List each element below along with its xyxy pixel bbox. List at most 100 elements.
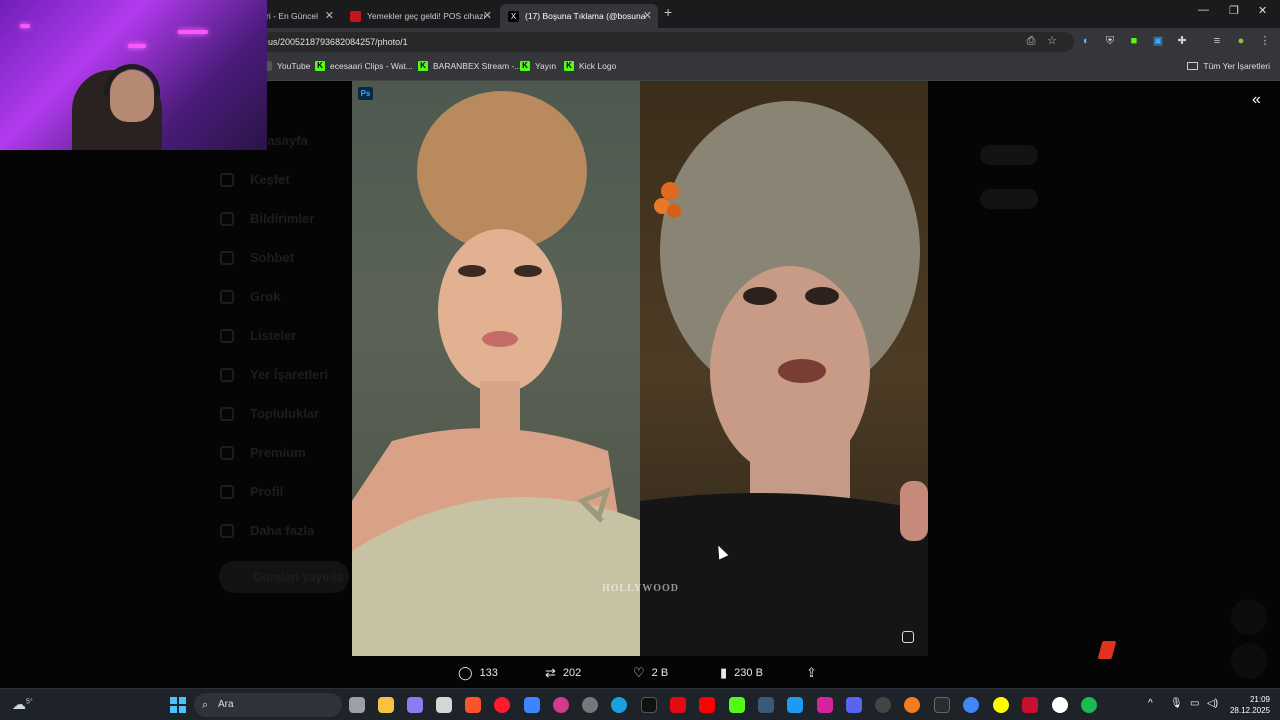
folder-icon	[1187, 62, 1199, 70]
alt-media-icon[interactable]	[902, 631, 914, 643]
reply-button[interactable]: ◯ 133	[458, 663, 498, 683]
weather-widget[interactable]: ☁5°	[12, 696, 33, 713]
netflix-icon[interactable]	[670, 697, 686, 713]
nav-label: Sohbet	[250, 250, 295, 265]
bookmark-youtube[interactable]: YouTube	[262, 61, 310, 71]
streamer-logo	[1097, 641, 1118, 659]
new-tab-icon[interactable]: +	[664, 4, 672, 20]
steam-icon[interactable]	[758, 697, 774, 713]
tab-label: Yemekler geç geldi! POS cihazı	[367, 11, 486, 21]
close-icon[interactable]: ✕	[483, 9, 492, 22]
follow-button[interactable]	[980, 189, 1038, 209]
tab-pos[interactable]: Yemekler geç geldi! POS cihazı ✕	[342, 4, 498, 28]
discord-icon[interactable]	[846, 697, 862, 713]
address-bar[interactable]: us/2005218793682084257/photo/1	[262, 32, 1074, 52]
menu-kebab-icon[interactable]: ⋮	[1258, 34, 1272, 48]
install-app-icon[interactable]: ⎙	[1024, 34, 1038, 48]
nav-item[interactable]: Yer İşaretleri	[220, 355, 350, 394]
twitter-icon[interactable]	[787, 697, 803, 713]
all-bookmarks[interactable]: Tüm Yer İşaretleri	[1187, 61, 1270, 71]
bookmark-yayin[interactable]: K Yayın	[520, 61, 556, 71]
media-player-icon[interactable]	[553, 697, 569, 713]
close-icon[interactable]: ✕	[325, 9, 334, 22]
bookmark-ecesaari[interactable]: K ecesaari Clips - Wat...	[315, 61, 413, 71]
close-window-icon[interactable]: ✕	[1258, 4, 1267, 17]
close-icon[interactable]: ✕	[643, 9, 652, 22]
epic-games-icon[interactable]	[934, 697, 950, 713]
extension-kick-icon[interactable]: ■	[1127, 34, 1141, 48]
tiktok-icon[interactable]	[641, 697, 657, 713]
store-icon[interactable]	[524, 697, 540, 713]
bookmark-baranbex[interactable]: K BARANBEX Stream -...	[418, 61, 521, 71]
instagram-icon[interactable]	[817, 697, 833, 713]
extension-ps-icon[interactable]: ▣	[1151, 34, 1165, 48]
messages-float-button[interactable]	[1231, 643, 1267, 679]
dimmed-sidebar-nav: Anasayfa Keşfet Bildirimler Sohbet Grok …	[220, 121, 350, 550]
profile-avatar-icon[interactable]: ●	[1234, 34, 1248, 48]
windows-start-icon[interactable]	[170, 697, 186, 713]
follow-button[interactable]	[980, 145, 1038, 165]
snapchat-icon[interactable]	[993, 697, 1009, 713]
microphone-icon[interactable]: 🎙	[1170, 698, 1183, 709]
nav-item[interactable]: Profil	[220, 472, 350, 511]
tray-chevron-icon[interactable]: ^	[1148, 698, 1153, 709]
repost-button[interactable]: ⇄ 202	[545, 663, 581, 683]
nav-label: Bildirimler	[250, 211, 315, 226]
like-button[interactable]: ♡ 2 B	[633, 663, 668, 683]
windows-taskbar: ☁5° ⌕ Ara ^ 🎙 ▭ ◁) 21:09 28.12.2025	[0, 688, 1280, 720]
tab-news[interactable]: ri - En Güncel ✕	[258, 4, 340, 28]
edge-icon[interactable]	[611, 697, 627, 713]
restore-icon[interactable]: ❐	[1229, 4, 1239, 17]
search-icon: ⌕	[202, 699, 209, 711]
app-icon[interactable]	[582, 697, 598, 713]
views-button[interactable]: ▮ 230 B	[720, 663, 763, 683]
bookmark-star-icon[interactable]: ☆	[1045, 34, 1059, 48]
post-photo[interactable]: Ps HOLLYWOOD	[352, 81, 928, 656]
post-button[interactable]: Gönderi yayınla	[219, 561, 349, 593]
nav-item[interactable]: Keşfet	[220, 160, 350, 199]
weather-temp: 5°	[26, 698, 33, 706]
shield-icon[interactable]: ⛨	[1103, 34, 1117, 48]
spotify-icon[interactable]	[1081, 697, 1097, 713]
nav-item[interactable]: Listeler	[220, 316, 350, 355]
nav-item[interactable]: Grok	[220, 277, 350, 316]
collapse-panel-icon[interactable]: «	[1252, 91, 1261, 109]
nav-label: Topluluklar	[250, 406, 320, 421]
origin-icon[interactable]	[904, 697, 920, 713]
communities-icon	[220, 406, 234, 421]
extensions-puzzle-icon[interactable]: ✚	[1175, 34, 1189, 48]
nav-item[interactable]: Bildirimler	[220, 199, 350, 238]
share-button[interactable]: ⇪	[806, 663, 824, 683]
nav-item[interactable]: Topluluklar	[220, 394, 350, 433]
speedometer-icon[interactable]	[875, 697, 891, 713]
extension-audio-icon[interactable]: ◖	[1078, 34, 1092, 48]
headset-icon	[104, 64, 160, 96]
network-icon[interactable]: ▭	[1190, 698, 1199, 709]
chrome-icon[interactable]	[963, 697, 979, 713]
reading-list-icon[interactable]: ≡	[1210, 34, 1224, 48]
mcafee-icon[interactable]	[1022, 697, 1038, 713]
nav-item[interactable]: Premium	[220, 433, 350, 472]
task-view-icon[interactable]	[349, 697, 365, 713]
taskbar-search[interactable]: ⌕ Ara	[194, 693, 342, 717]
bookmark-label: ecesaari Clips - Wat...	[330, 61, 413, 71]
yandex-icon[interactable]	[1052, 697, 1068, 713]
copilot-icon[interactable]	[407, 697, 423, 713]
kick-icon[interactable]	[729, 697, 745, 713]
volume-icon[interactable]: ◁)	[1207, 698, 1218, 709]
clock[interactable]: 21:09 28.12.2025	[1226, 694, 1270, 716]
bookmark-label: Yayın	[535, 61, 557, 71]
repost-icon: ⇄	[545, 665, 556, 680]
file-explorer-icon[interactable]	[378, 697, 394, 713]
youtube-icon[interactable]	[699, 697, 715, 713]
grok-float-button[interactable]	[1231, 599, 1267, 635]
tab-x-post[interactable]: X (17) Boşuna Tıklama (@bosuna ✕	[500, 4, 658, 28]
bookmark-kick-logo[interactable]: K Kick Logo	[564, 61, 616, 71]
opera-icon[interactable]	[494, 697, 510, 713]
nav-item[interactable]: Daha fazla	[220, 511, 350, 550]
settings-icon[interactable]	[436, 697, 452, 713]
minimize-icon[interactable]: —	[1198, 4, 1209, 16]
nav-item[interactable]: Sohbet	[220, 238, 350, 277]
nav-label: Daha fazla	[250, 523, 315, 538]
brave-icon[interactable]	[465, 697, 481, 713]
